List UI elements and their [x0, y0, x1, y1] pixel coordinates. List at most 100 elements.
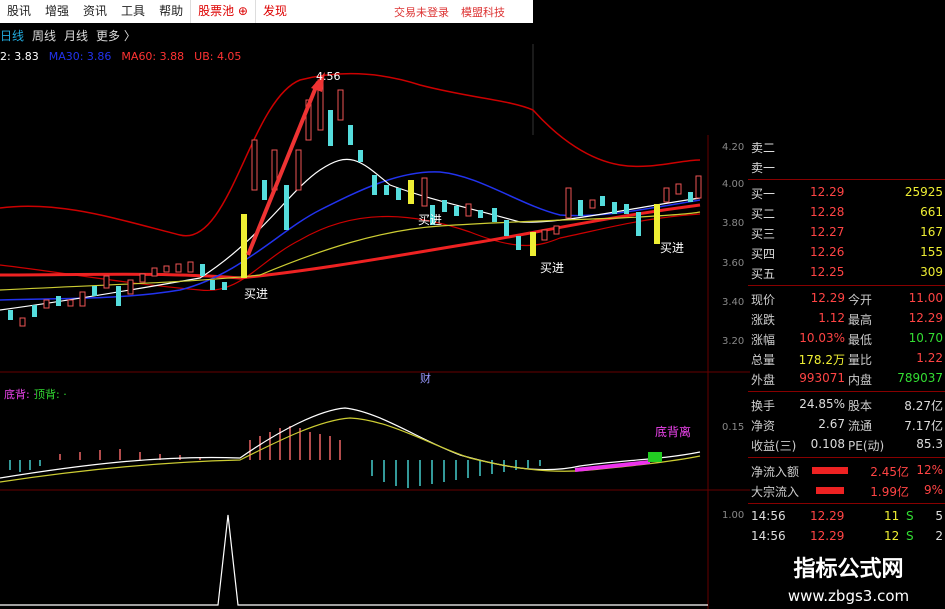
order-vol: 155 [920, 245, 943, 259]
order-label: 买四 [751, 247, 776, 261]
candle [8, 310, 13, 320]
menu-item-stock-pool[interactable]: 股票池 ⊕ [190, 0, 255, 23]
stat-label: 最高 [848, 313, 873, 327]
order-row-buy5[interactable]: 买五 12.25 309 [748, 263, 945, 282]
candle [337, 89, 344, 121]
buy-label: 买进 [418, 213, 442, 227]
buy-signals: 买进 买进 买进 买进 [244, 213, 684, 301]
menu-item-help[interactable]: 帮助 [152, 0, 190, 23]
candle [663, 187, 670, 203]
candle-limit-up [241, 214, 247, 278]
tab-monthly[interactable]: 月线 [64, 27, 88, 44]
candle [271, 149, 278, 191]
candle [262, 180, 267, 200]
candle [32, 305, 37, 317]
candle [384, 185, 389, 195]
menu-item-zengqiang[interactable]: 增强 [38, 0, 76, 23]
band-lines [0, 72, 701, 311]
candle [688, 192, 693, 202]
order-vol: 309 [920, 265, 943, 279]
divergence-box [648, 452, 662, 462]
tick-price: 12.29 [810, 509, 845, 523]
stat-value: 993071 [799, 371, 845, 385]
tab-more[interactable]: 更多 〉 [96, 27, 136, 44]
candle [139, 273, 146, 283]
candle [222, 282, 227, 290]
signal-line [0, 514, 708, 606]
ma-value-b: MA30: 3.86 [48, 50, 112, 63]
flow-pct: 9% [923, 483, 943, 497]
tab-weekly[interactable]: 周线 [32, 27, 56, 44]
flow-bar [812, 467, 848, 474]
order-label: 买五 [751, 267, 776, 281]
stat-value: 10.70 [908, 331, 943, 345]
stat-value: 7.17亿 [904, 419, 943, 433]
menu-item-tools[interactable]: 工具 [114, 0, 152, 23]
trade-login-status[interactable]: 交易未登录 [394, 4, 449, 20]
candle [600, 196, 605, 206]
candle [151, 267, 158, 277]
menu-bar: 股讯 增强 资讯 工具 帮助 股票池 ⊕ 发现 交易未登录 模盟科技 [0, 0, 533, 23]
candle [187, 261, 194, 273]
candle-yellow [408, 180, 414, 204]
order-row-sell2: 卖二 [748, 137, 945, 156]
order-row-buy3[interactable]: 买三 12.27 167 [748, 223, 945, 242]
candle [79, 291, 86, 307]
flow-pct: 12% [916, 463, 943, 477]
tick-vol: 11 [884, 509, 900, 523]
order-price: 12.28 [810, 205, 845, 219]
stat-row: 净资 2.67 流通 7.17亿 [748, 415, 945, 434]
stat-value: 24.85% [799, 397, 845, 411]
candle [504, 220, 509, 236]
tick-side: S [906, 529, 914, 543]
stat-label: 外盘 [751, 373, 776, 387]
ma-legend: 2: 3.83 MA30: 3.86 MA60: 3.88 UB: 4.05 [0, 50, 241, 66]
candle [492, 208, 497, 222]
candle [305, 99, 312, 141]
stat-row: 涨幅 10.03% 最低 10.70 [748, 329, 945, 348]
stat-value: 0.108 [810, 437, 845, 451]
stat-value: 2.67 [818, 417, 845, 431]
candles [8, 79, 702, 327]
stat-value: 85.3 [916, 437, 943, 451]
order-vol: 167 [920, 225, 943, 239]
stat-value: 178.2万 [798, 353, 845, 367]
order-row-buy4[interactable]: 买四 12.26 155 [748, 243, 945, 262]
flow-row: 大宗流入 1.99亿 9% [748, 481, 945, 500]
menu-item-gupiao[interactable]: 股讯 [0, 0, 38, 23]
sub-legend-a: 底背: · [4, 387, 37, 401]
candle [624, 204, 629, 214]
order-price: 12.25 [810, 265, 845, 279]
flow-row: 净流入额 2.45亿 12% [748, 461, 945, 480]
stat-value: 1.12 [818, 311, 845, 325]
order-row-buy1[interactable]: 买一 12.29 25925 [748, 183, 945, 202]
watermark-title: 指标公式网 [793, 557, 904, 582]
price-tick: 4.00 [722, 179, 744, 190]
candle [103, 275, 110, 289]
tick-price: 12.29 [810, 529, 845, 543]
tick-side: S [906, 509, 914, 523]
order-row-sell1: 卖一 [748, 157, 945, 176]
tab-daily[interactable]: 日线 [0, 27, 24, 44]
trend-arrow [246, 72, 325, 256]
tick-row: 14:56 12.29 11 S 5 [748, 507, 945, 526]
order-label: 买一 [751, 187, 776, 201]
stat-value: 12.29 [810, 291, 845, 305]
order-price: 12.29 [810, 185, 845, 199]
menu-item-discover[interactable]: 发现 [254, 0, 294, 23]
menu-item-zixun[interactable]: 资讯 [76, 0, 114, 23]
candle [541, 229, 548, 241]
candle [478, 210, 483, 218]
stat-row: 收益(三) 0.108 PE(动) 85.3 [748, 435, 945, 454]
brand-label: 模盟科技 [461, 5, 505, 19]
candle [589, 199, 596, 209]
candle [92, 286, 97, 296]
stat-label: 总量 [751, 353, 776, 367]
candle [348, 125, 353, 145]
candle [284, 185, 289, 230]
order-row-buy2[interactable]: 买二 12.28 661 [748, 203, 945, 222]
stat-label: 换手 [751, 399, 776, 413]
stat-label: 量比 [848, 353, 873, 367]
price-tick: 3.40 [722, 297, 744, 308]
macd-histogram [9, 426, 541, 488]
